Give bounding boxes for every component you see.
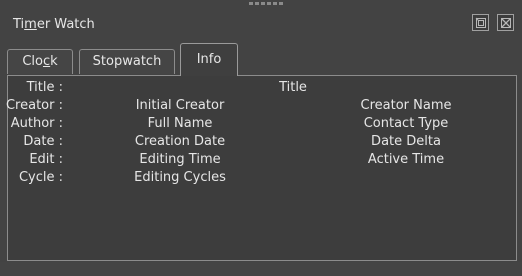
window-title-mnemonic: m	[24, 17, 37, 32]
info-value-editing-time: Editing Time	[139, 152, 221, 167]
grip-dot	[279, 2, 283, 5]
info-label-creator: Creator :	[5, 98, 63, 113]
timer-watch-window: Timer Watch Clock Stopwatch Info Title :…	[0, 0, 522, 276]
window-title-part: er Watch	[36, 17, 95, 32]
drag-grip[interactable]	[249, 2, 285, 6]
info-value-full-name: Full Name	[147, 116, 213, 131]
close-window-icon	[501, 18, 511, 28]
tab-info-label: Info	[196, 52, 222, 67]
info-label-edit: Edit :	[29, 152, 63, 167]
info-label-cycle: Cycle :	[18, 170, 63, 185]
grip-dot	[267, 2, 271, 5]
info-row-creator: Creator : Initial Creator Creator Name	[5, 97, 518, 115]
grip-dot	[255, 2, 259, 5]
tab-clock-label: Clo	[22, 54, 43, 69]
close-window-button[interactable]	[497, 14, 514, 31]
info-row-date: Date : Creation Date Date Delta	[8, 133, 518, 151]
info-label-title: Title :	[26, 80, 63, 95]
info-row-cycle: Cycle : Editing Cycles	[8, 169, 518, 187]
info-value-editing-cycles: Editing Cycles	[134, 170, 226, 185]
tab-info[interactable]: Info	[180, 43, 238, 76]
info-row-edit: Edit : Editing Time Active Time	[8, 151, 518, 169]
info-value-title: Title	[279, 80, 307, 95]
info-label-date: Date :	[23, 134, 63, 149]
bottom-edge	[0, 262, 522, 276]
info-value-date-delta: Date Delta	[371, 134, 441, 149]
info-row-title: Title : Title	[8, 79, 518, 97]
info-value-contact-type: Contact Type	[363, 116, 449, 131]
tab-clock-label: k	[50, 54, 58, 69]
info-value-initial-creator: Initial Creator	[135, 98, 225, 113]
info-value-active-time: Active Time	[367, 152, 445, 167]
window-title: Timer Watch	[13, 17, 95, 32]
grip-dot	[249, 2, 253, 5]
tab-stopwatch[interactable]: Stopwatch	[79, 49, 175, 74]
tab-clock[interactable]: Clock	[7, 49, 73, 74]
info-label-author: Author :	[10, 116, 63, 131]
float-window-icon	[475, 17, 486, 28]
info-value-creator-name: Creator Name	[360, 98, 452, 113]
window-title-part: Ti	[13, 17, 25, 32]
float-window-button[interactable]	[472, 14, 489, 31]
info-value-creation-date: Creation Date	[134, 134, 226, 149]
info-row-author: Author : Full Name Contact Type	[8, 115, 518, 133]
info-panel: Title : Title Creator : Initial Creator …	[5, 75, 518, 261]
grip-dot	[261, 2, 265, 5]
grip-dot	[273, 2, 277, 5]
tab-stopwatch-label: Stopwatch	[92, 54, 162, 69]
